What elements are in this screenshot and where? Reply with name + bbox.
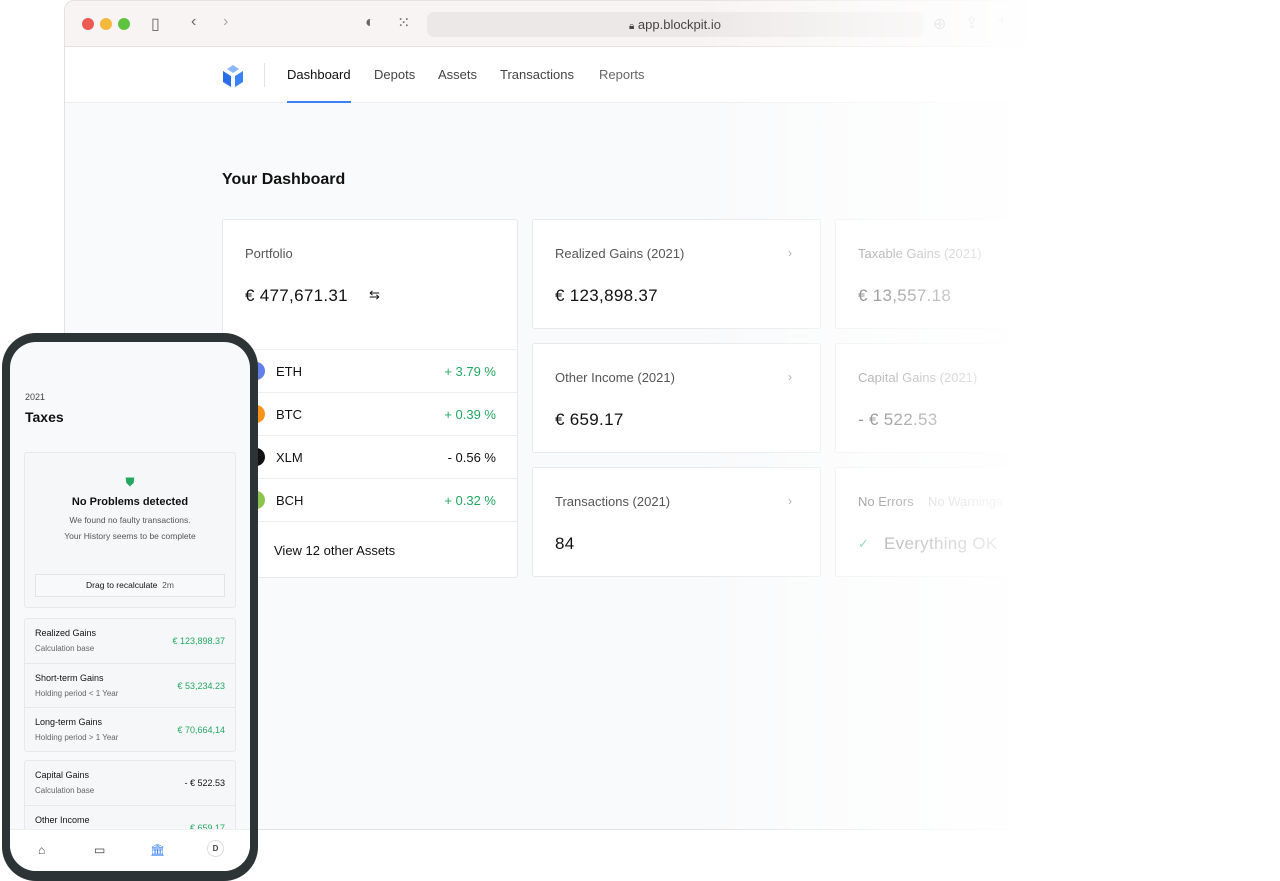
tab-dashboard[interactable]: Dashboard: [287, 67, 351, 103]
item-sub: Calculation base: [35, 786, 95, 795]
avatar[interactable]: D: [207, 840, 224, 857]
card-label: Taxable Gains (2021): [858, 246, 982, 261]
card-label: Other Income (2021): [555, 370, 675, 385]
drag-time: 2m: [162, 580, 174, 590]
blockpit-logo: [223, 65, 243, 87]
item-sub: Calculation base: [35, 644, 95, 653]
recalculate-handle[interactable]: Drag to recalculate 2m: [35, 574, 225, 597]
card-label: Realized Gains (2021): [555, 246, 685, 261]
errors-label[interactable]: No Errors: [858, 494, 914, 509]
home-icon[interactable]: ⌂: [38, 843, 45, 857]
item-value: € 70,664,14: [177, 725, 225, 735]
asset-change: + 3.79 %: [444, 364, 496, 379]
portfolio-label: Portfolio: [245, 246, 293, 261]
maximize-button[interactable]: [118, 18, 130, 30]
view-more-label: View 12 other Assets: [274, 543, 396, 558]
forward-icon[interactable]: ›: [223, 13, 228, 31]
portfolio-value: € 477,671.31: [245, 286, 348, 305]
shield-check-icon: ⛊: [125, 475, 135, 489]
taxable-gains-card[interactable]: Taxable Gains (2021) € 13,557.18: [835, 219, 1063, 329]
list-item[interactable]: Capital Gains Calculation base - € 522.53: [25, 761, 235, 805]
bank-icon[interactable]: 🏛︎: [150, 843, 165, 857]
card-label: Capital Gains (2021): [858, 370, 978, 385]
tab-depots[interactable]: Depots: [374, 67, 415, 82]
phone-screen: 2021 Taxes ⛊ No Problems detected We fou…: [10, 342, 250, 871]
item-value: € 123,898.37: [172, 636, 225, 646]
asset-name: ETH: [276, 364, 302, 379]
download-icon[interactable]: ⊕: [933, 14, 946, 34]
share-icon[interactable]: ⇪: [965, 13, 978, 33]
item-name: Realized Gains: [35, 628, 97, 638]
card-value: € 659.17: [555, 410, 624, 429]
asset-row[interactable]: BCH + 0.32 %: [223, 478, 517, 521]
chevron-right-icon: ›: [788, 246, 792, 260]
asset-name: XLM: [276, 450, 303, 465]
wallet-icon[interactable]: ▭: [94, 843, 105, 857]
bottom-nav: ⌂ ▭ 🏛︎ D: [10, 829, 250, 871]
page-title: Your Dashboard: [222, 171, 346, 188]
asset-row[interactable]: BTC + 0.39 %: [223, 392, 517, 435]
tax-year: 2021: [25, 392, 46, 402]
shield-icon[interactable]: ◐: [365, 14, 375, 32]
item-name: Other Income: [35, 815, 90, 825]
item-name: Capital Gains: [35, 770, 90, 780]
capital-gains-card[interactable]: Capital Gains (2021) - € 522.53: [835, 343, 1063, 453]
asset-change: + 0.32 %: [444, 493, 496, 508]
asset-name: BCH: [276, 493, 304, 508]
status-card: No Errors No Warnings ✓ Everything OK: [835, 467, 1063, 577]
asset-row[interactable]: XLM - 0.56 %: [223, 435, 517, 478]
transactions-card[interactable]: Transactions (2021) › 84: [532, 467, 821, 577]
browser-toolbar: ▯ ‹ › ◐ ⁙ 🔒︎ app.blockpit.io ⊕ ⇪ +: [65, 1, 1063, 47]
back-icon[interactable]: ‹: [191, 13, 196, 31]
warnings-label[interactable]: No Warnings: [928, 494, 1003, 509]
realized-gains-card[interactable]: Realized Gains (2021) › € 123,898.37: [532, 219, 821, 329]
card-label: Transactions (2021): [555, 494, 671, 509]
check-text: We found no faulty transactions.: [69, 515, 191, 525]
portfolio-card: Portfolio € 477,671.31 ⇆ ETH + 3.79 % BTC…: [222, 219, 518, 578]
app-nav: Dashboard Depots Assets Transactions Rep…: [65, 47, 1063, 103]
check-panel: ⛊ No Problems detected We found no fault…: [24, 452, 236, 608]
tab-reports[interactable]: Reports: [599, 67, 645, 82]
card-value: € 13,557.18: [858, 286, 952, 305]
other-income-card[interactable]: Other Income (2021) › € 659.17: [532, 343, 821, 453]
divider: [264, 63, 265, 87]
asset-name: BTC: [276, 407, 302, 422]
close-button[interactable]: [82, 18, 94, 30]
card-value: - € 522.53: [858, 410, 938, 429]
phone-title: Taxes: [25, 409, 64, 425]
minimize-button[interactable]: [100, 18, 112, 30]
check-title: No Problems detected: [71, 496, 189, 508]
chevron-right-icon: ›: [788, 370, 792, 384]
swap-icon[interactable]: ⇆: [369, 287, 380, 303]
item-sub: Holding period < 1 Year: [35, 689, 119, 698]
status-ok: Everything OK: [884, 534, 998, 553]
item-sub: Holding period > 1 Year: [35, 733, 119, 742]
list-item[interactable]: Long-term Gains Holding period > 1 Year € …: [25, 707, 235, 751]
address-bar[interactable]: 🔒︎ app.blockpit.io: [427, 12, 923, 37]
list-item[interactable]: Short-term Gains Holding period < 1 Year €…: [25, 663, 235, 707]
lock-icon: 🔒︎: [628, 21, 635, 32]
check-icon: ✓: [858, 536, 869, 551]
asset-row[interactable]: ETH + 3.79 %: [223, 349, 517, 392]
sidebar-icon[interactable]: ▯: [151, 14, 160, 34]
check-text: Your History seems to be complete: [64, 531, 196, 541]
phone-mockup: 2021 Taxes ⛊ No Problems detected We fou…: [2, 333, 258, 881]
asset-change: + 0.39 %: [444, 407, 496, 422]
item-name: Long-term Gains: [35, 717, 103, 727]
drag-label: Drag to recalculate: [86, 580, 158, 590]
gains-list: Realized Gains Calculation base € 123,898.…: [24, 618, 236, 752]
tab-assets[interactable]: Assets: [438, 67, 477, 82]
asset-change: - 0.56 %: [447, 450, 496, 465]
item-value: - € 522.53: [184, 778, 225, 788]
item-value: € 53,234.23: [177, 681, 225, 691]
chevron-right-icon: ›: [788, 494, 792, 508]
card-value: 84: [555, 534, 575, 553]
card-value: € 123,898.37: [555, 286, 658, 305]
list-item[interactable]: Realized Gains Calculation base € 123,898.…: [25, 619, 235, 663]
item-name: Short-term Gains: [35, 673, 104, 683]
grid-icon[interactable]: ⁙: [397, 13, 410, 33]
tab-transactions[interactable]: Transactions: [500, 67, 574, 82]
new-tab-icon[interactable]: +: [997, 13, 1006, 31]
view-more-assets[interactable]: View 12 other Assets: [223, 521, 517, 578]
